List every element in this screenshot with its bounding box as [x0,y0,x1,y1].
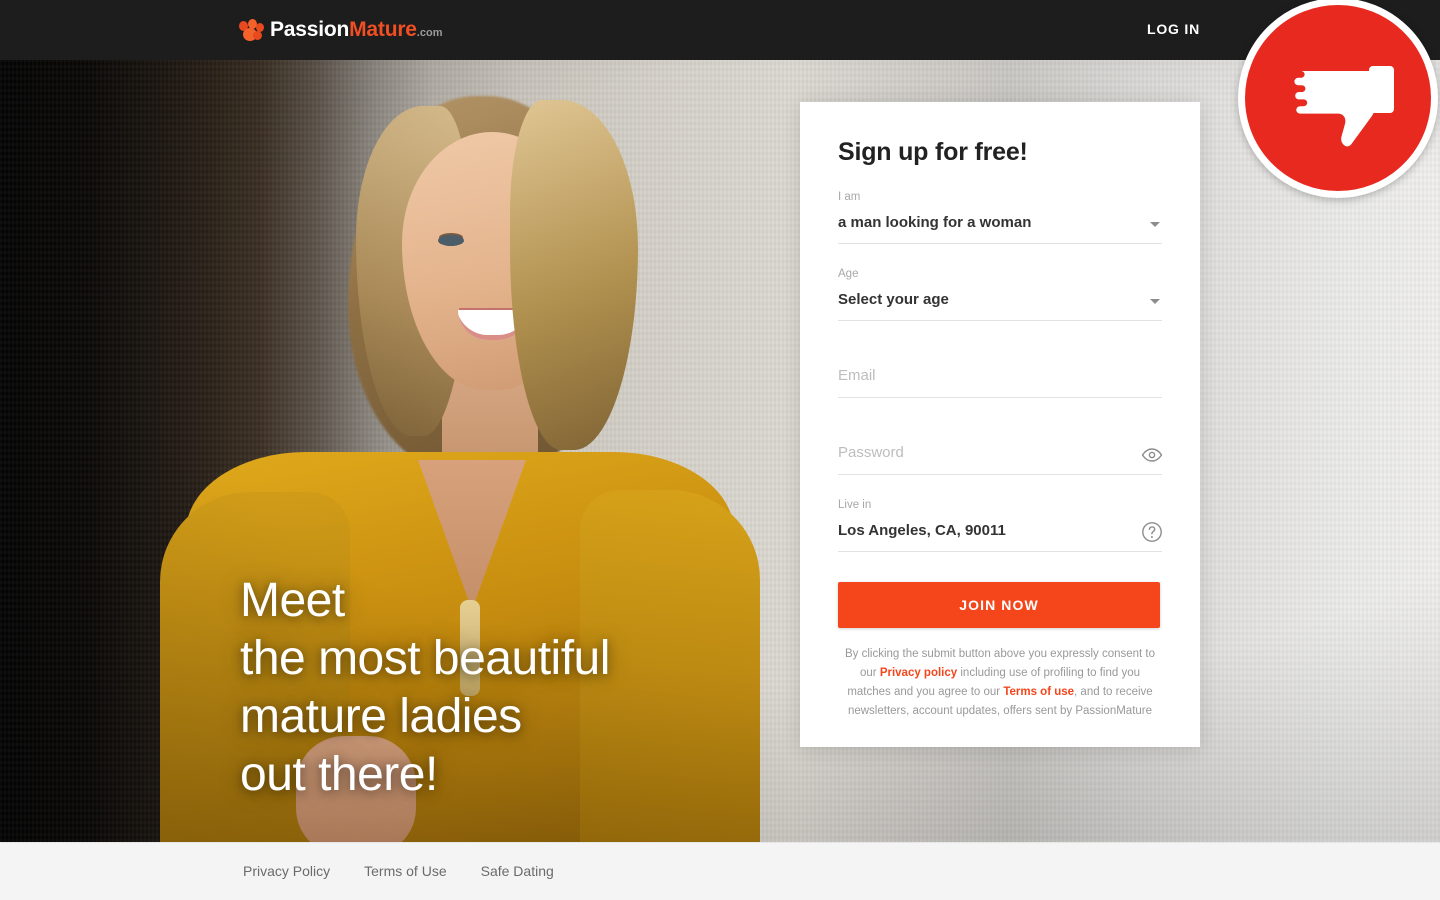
terms-of-use-link[interactable]: Terms of use [1003,686,1074,698]
field-age-value: Select your age [838,291,949,308]
hero-headline-line-3: mature ladies [240,690,522,743]
hero-headline-line-4: out there! [240,748,438,801]
signup-title: Sign up for free! [838,138,1028,166]
thumbs-down-icon [1279,42,1397,154]
field-gender-preference-value: a man looking for a woman [838,214,1032,231]
field-gender-preference-label: I am [838,191,861,203]
field-location[interactable]: Live in Los Angeles, CA, 90011 [838,497,1162,552]
signup-form-card: Sign up for free! I am a man looking for… [800,102,1200,747]
landing-page: PassionMature.com LOG IN Meet the most b… [0,0,1440,900]
consent-text: By clicking the submit button above you … [838,645,1162,721]
field-age[interactable]: Age Select your age [838,266,1162,321]
field-age-label: Age [838,268,859,280]
hero-vignette [0,60,1440,842]
field-location-value: Los Angeles, CA, 90011 [838,522,1006,539]
field-gender-preference[interactable]: I am a man looking for a woman [838,189,1162,244]
chevron-down-icon[interactable] [1150,299,1160,304]
field-email[interactable]: Email [838,343,1162,398]
paw-cluster-icon [238,19,264,43]
field-password[interactable]: Password [838,420,1164,475]
hero-headline-line-2: the most beautiful [240,632,610,685]
chevron-down-icon[interactable] [1150,222,1160,227]
site-footer: Privacy Policy Terms of Use Safe Dating [0,842,1440,900]
hero-headline-line-1: Meet [240,574,345,627]
login-button[interactable]: LOG IN [1147,21,1200,37]
site-logo[interactable]: PassionMature.com [238,18,442,44]
logo-text-passion: Passion [270,17,350,41]
footer-link-privacy-policy[interactable]: Privacy Policy [243,863,330,879]
footer-link-terms-of-use[interactable]: Terms of Use [364,863,446,879]
logo-text-mature: Mature [349,17,417,41]
hero-headline: Meet the most beautiful mature ladies ou… [240,572,610,804]
site-header: PassionMature.com LOG IN [0,0,1440,60]
footer-link-safe-dating[interactable]: Safe Dating [481,863,554,879]
logo-wordmark: PassionMature.com [270,18,442,45]
logo-text-com: .com [416,26,443,39]
footer-links: Privacy Policy Terms of Use Safe Dating [243,863,554,879]
field-email-placeholder: Email [838,367,876,384]
help-circle-icon[interactable] [1140,520,1164,544]
hero-section: Meet the most beautiful mature ladies ou… [0,60,1440,842]
eye-icon[interactable] [1140,443,1164,467]
field-location-label: Live in [838,499,872,511]
thumbs-down-badge [1238,0,1438,198]
privacy-policy-link[interactable]: Privacy policy [880,667,957,679]
join-now-button[interactable]: JOIN NOW [838,582,1160,628]
field-password-placeholder: Password [838,444,904,461]
